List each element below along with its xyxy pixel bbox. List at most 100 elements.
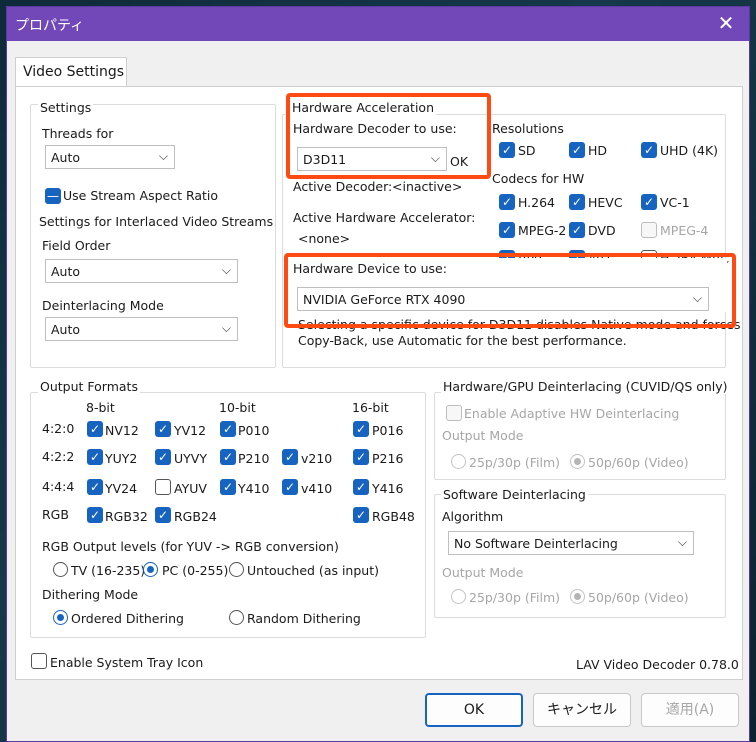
chevron-down-icon: ⌵ [677,535,687,549]
res-hd-checkbox[interactable]: ✓ [569,142,585,158]
sw-radio-film-label: 25p/30p (Film) [469,590,561,605]
fmt-uyvy-checkbox[interactable]: ✓ [155,449,171,465]
hw-radio-film-label: 25p/30p (Film) [469,455,561,470]
codec-mpeg2-checkbox[interactable]: ✓ [499,222,515,238]
tray-icon-checkbox[interactable] [31,653,47,669]
fmt-v210-checkbox[interactable]: ✓ [282,449,298,465]
fmt-yuy2-checkbox[interactable]: ✓ [87,449,103,465]
codec-dvd-checkbox[interactable]: ✓ [569,222,585,238]
codec-h264-label: H.264 [518,195,556,210]
fmt-p016-label: P016 [372,423,404,438]
field-order-label: Field Order [42,238,111,253]
fmt-v410-checkbox[interactable]: ✓ [282,479,298,495]
res-uhd-label: UHD (4K) [660,143,719,158]
codec-hevc-checkbox[interactable]: ✓ [569,194,585,210]
hw-deint-enable-label: Enable Adaptive HW Deinterlacing [464,406,680,421]
radio-random-label: Random Dithering [247,611,361,626]
hw-deint-title: Hardware/GPU Deinterlacing (CUVID/QS onl… [441,379,730,394]
radio-untouched[interactable] [229,562,244,577]
active-decoder-label: Active Decoder: [293,179,393,194]
fmt-v210-label: v210 [301,451,333,466]
tab-panel: Settings Threads for Auto ⌵ — Use Stream… [15,86,743,680]
res-sd-checkbox[interactable]: ✓ [499,142,515,158]
res-hd-label: HD [588,143,608,158]
sw-radio-video[interactable] [570,589,585,604]
header-10bit: 10-bit [219,400,256,415]
aspect-ratio-label: Use Stream Aspect Ratio [63,188,219,203]
close-button[interactable]: ✕ [713,10,739,36]
radio-ordered-dithering[interactable] [53,610,68,625]
fmt-rgb48-checkbox[interactable]: ✓ [353,507,369,523]
fmt-p010-checkbox[interactable]: ✓ [220,421,236,437]
radio-tv[interactable] [53,562,68,577]
codec-h264-checkbox[interactable]: ✓ [499,194,515,210]
fmt-rgb32-label: RGB32 [105,509,148,524]
chevron-down-icon: ⌵ [158,149,168,163]
hw-output-mode-label: Output Mode [442,428,524,443]
tray-icon-label: Enable System Tray Icon [50,655,204,670]
hw-radio-video-label: 50p/60p (Video) [588,455,689,470]
active-decoder-value: <inactive> [392,179,463,194]
threads-label: Threads for [42,126,114,141]
fmt-y410-label: Y410 [238,481,270,496]
apply-button[interactable]: 適用(A) [641,693,739,727]
fmt-rgb32-checkbox[interactable]: ✓ [87,507,103,523]
radio-ordered-label: Ordered Dithering [71,611,184,626]
fmt-rgb24-label: RGB24 [174,509,217,524]
highlight-device [284,253,736,328]
sw-radio-film[interactable] [451,589,466,604]
properties-window: プロパティ ✕ Video Settings Settings Threads … [6,6,750,742]
row-422-label: 4:2:2 [42,449,75,464]
fmt-ayuv-label: AYUV [174,481,207,496]
hw-radio-video[interactable] [570,454,585,469]
algorithm-value: No Software Deinterlacing [454,536,618,551]
algorithm-label: Algorithm [442,509,504,524]
radio-pc-label: PC (0-255) [162,563,229,578]
codec-dvd-label: DVD [588,223,616,238]
fmt-ayuv-checkbox[interactable] [155,479,171,495]
fmt-p210-checkbox[interactable]: ✓ [220,449,236,465]
title-bar: プロパティ ✕ [7,7,749,41]
fmt-rgb24-checkbox[interactable]: ✓ [155,507,171,523]
fmt-rgb48-label: RGB48 [372,509,415,524]
codec-vc1-checkbox[interactable]: ✓ [641,194,657,210]
ok-button[interactable]: OK [425,693,523,727]
active-accel-value: <none> [298,231,351,246]
sw-output-mode-label: Output Mode [442,565,524,580]
device-note-line2: Copy-Back, use Automatic for the best pe… [298,333,627,348]
radio-pc[interactable] [143,562,158,577]
fmt-yv24-label: YV24 [105,481,138,496]
fmt-yv12-checkbox[interactable]: ✓ [155,421,171,437]
fmt-y416-checkbox[interactable]: ✓ [353,479,369,495]
fmt-p016-checkbox[interactable]: ✓ [353,421,369,437]
fmt-yuy2-label: YUY2 [105,451,138,466]
field-order-value: Auto [51,264,81,279]
tab-video-settings[interactable]: Video Settings [15,57,127,87]
fmt-nv12-checkbox[interactable]: ✓ [87,421,103,437]
algorithm-select[interactable]: No Software Deinterlacing ⌵ [448,531,694,555]
row-420-label: 4:2:0 [42,421,75,436]
threads-select[interactable]: Auto ⌵ [45,145,175,169]
fmt-y410-checkbox[interactable]: ✓ [220,479,236,495]
rgb-levels-label: RGB Output levels (for YUV -> RGB conver… [42,539,339,554]
fmt-yv24-checkbox[interactable]: ✓ [87,479,103,495]
window-title: プロパティ [15,18,85,34]
chevron-down-icon: ⌵ [221,321,231,335]
field-order-select[interactable]: Auto ⌵ [45,259,238,283]
settings-group-title: Settings [38,100,94,115]
fmt-uyvy-label: UYVY [174,451,207,466]
deint-mode-select[interactable]: Auto ⌵ [45,317,238,341]
threads-value: Auto [51,150,81,165]
version-label: LAV Video Decoder 0.78.0 [576,657,739,672]
aspect-ratio-checkbox[interactable]: — [45,188,61,204]
fmt-p216-checkbox[interactable]: ✓ [353,449,369,465]
dithering-label: Dithering Mode [42,587,139,602]
res-uhd-checkbox[interactable]: ✓ [641,142,657,158]
radio-random-dithering[interactable] [229,610,244,625]
sw-radio-video-label: 50p/60p (Video) [588,590,689,605]
hw-radio-film[interactable] [451,454,466,469]
codec-hevc-label: HEVC [588,195,623,210]
hw-deint-enable-checkbox[interactable] [446,405,462,421]
codec-mpeg4-checkbox[interactable] [641,222,657,238]
cancel-button[interactable]: キャンセル [533,693,631,727]
